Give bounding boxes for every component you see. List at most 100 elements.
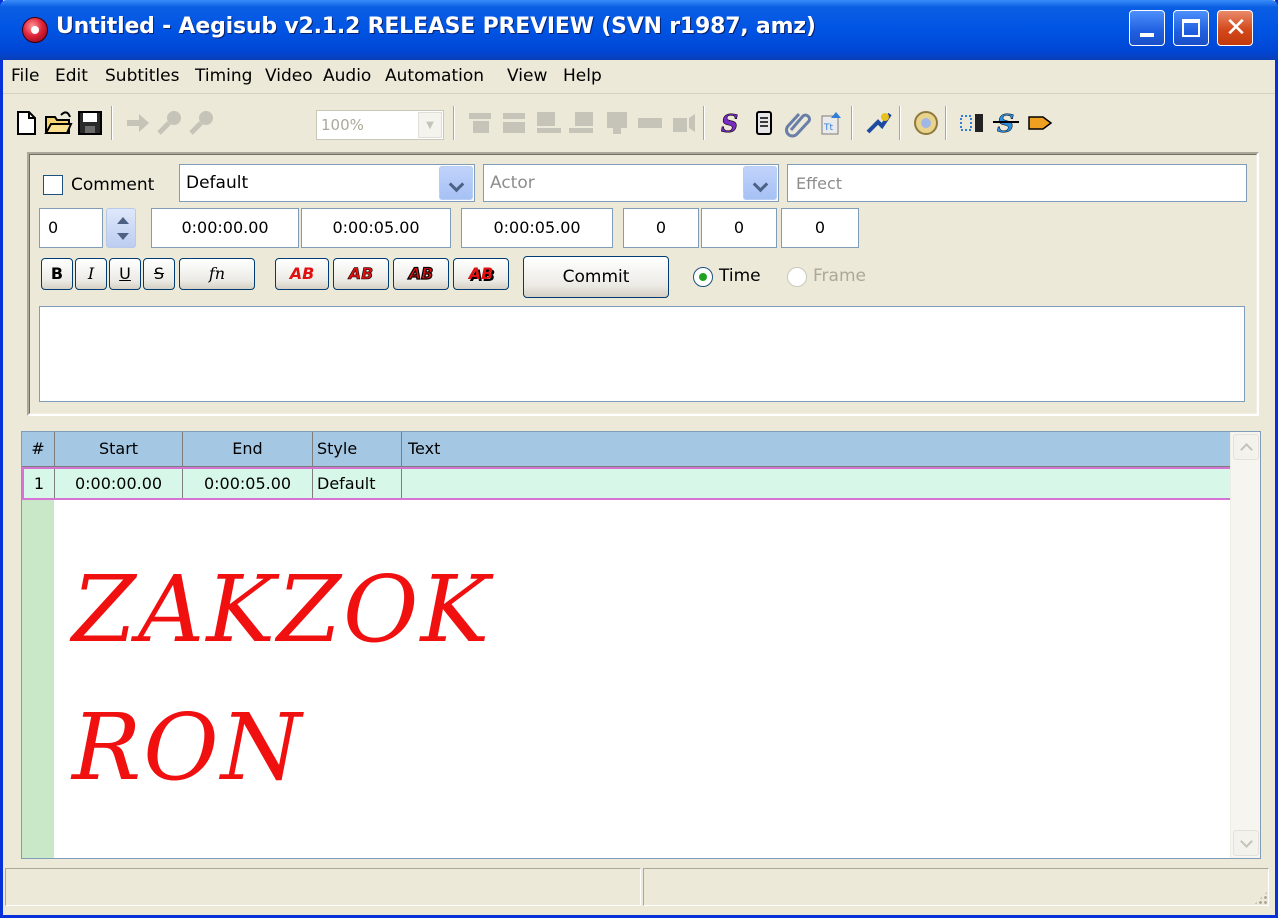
outline-color-button[interactable]: AB xyxy=(393,258,449,290)
start-time-field[interactable]: 0:00:00.00 xyxy=(151,208,299,248)
bold-button[interactable]: B xyxy=(41,258,73,290)
toolbar-separator xyxy=(453,106,455,140)
primary-color-button[interactable]: AB xyxy=(275,258,329,290)
kanji-timer-icon[interactable] xyxy=(1025,108,1055,138)
attachments-icon[interactable] xyxy=(783,108,813,138)
snap-start-icon[interactable] xyxy=(533,108,563,138)
actor-select[interactable]: Actor xyxy=(483,164,779,202)
chevron-down-icon[interactable] xyxy=(743,166,777,200)
chevron-down-icon[interactable]: ▼ xyxy=(418,112,442,138)
save-icon[interactable] xyxy=(75,108,105,138)
menu-edit[interactable]: Edit xyxy=(55,66,88,86)
margin-right-field[interactable]: 0 xyxy=(701,208,777,248)
minimize-icon xyxy=(1140,33,1154,37)
duration-field[interactable]: 0:00:05.00 xyxy=(461,208,613,248)
status-pane-secondary xyxy=(643,868,1269,906)
comment-checkbox[interactable] xyxy=(43,175,63,195)
font-button[interactable]: fn xyxy=(179,258,255,290)
style-select[interactable]: Default xyxy=(179,164,475,202)
subtitles-grid[interactable]: # Start End Style Text 1 0:00:00.00 0:00… xyxy=(21,431,1261,859)
grid-scrollbar[interactable] xyxy=(1230,432,1260,858)
margin-left-value: 0 xyxy=(655,218,667,237)
layer-spinner[interactable] xyxy=(106,208,136,248)
timing-processor-icon[interactable] xyxy=(957,108,987,138)
column-header-start[interactable]: Start xyxy=(55,432,183,467)
close-icon: ✕ xyxy=(1225,13,1247,43)
maximize-button[interactable] xyxy=(1173,10,1209,46)
shift-icon[interactable] xyxy=(635,108,665,138)
subtitle-text-box[interactable] xyxy=(39,306,1245,402)
snap-scene-icon[interactable] xyxy=(601,108,631,138)
menu-timing[interactable]: Timing xyxy=(195,66,252,86)
overlay-text-line1: ZAKZOK xyxy=(72,556,492,663)
svg-text:S: S xyxy=(721,109,738,138)
menu-file[interactable]: File xyxy=(11,66,39,86)
scroll-up-icon[interactable] xyxy=(1233,434,1259,460)
menu-video[interactable]: Video xyxy=(265,66,313,86)
spin-up-icon[interactable] xyxy=(117,217,129,224)
fonts-collector-icon[interactable]: Tt xyxy=(817,108,847,138)
margin-vertical-field[interactable]: 0 xyxy=(781,208,859,248)
end-time-field[interactable]: 0:00:05.00 xyxy=(301,208,451,248)
layer-value: 0 xyxy=(48,218,59,237)
status-pane-main xyxy=(5,868,641,906)
margin-left-field[interactable]: 0 xyxy=(623,208,699,248)
underline-button[interactable]: U xyxy=(109,258,141,290)
zoom-select[interactable]: 100% ▼ xyxy=(316,110,444,140)
commit-button[interactable]: Commit xyxy=(523,256,669,298)
effect-field[interactable]: Effect xyxy=(787,164,1247,202)
snap-end-icon[interactable] xyxy=(567,108,597,138)
toolbar-separator xyxy=(945,106,947,140)
grid-header: # Start End Style Text xyxy=(22,432,1232,467)
keyframe-icon[interactable] xyxy=(669,108,699,138)
chevron-down-icon[interactable] xyxy=(439,166,473,200)
zoom-in-icon[interactable] xyxy=(155,108,185,138)
properties-icon[interactable] xyxy=(749,108,779,138)
actor-placeholder: Actor xyxy=(490,173,535,193)
window-title: Untitled - Aegisub v2.1.2 RELEASE PREVIE… xyxy=(56,14,816,39)
close-button[interactable]: ✕ xyxy=(1217,10,1253,46)
title-bar[interactable]: Untitled - Aegisub v2.1.2 RELEASE PREVIE… xyxy=(0,0,1278,60)
menu-view[interactable]: View xyxy=(507,66,547,86)
row-end: 0:00:05.00 xyxy=(183,469,313,498)
strikeout-button[interactable]: S xyxy=(143,258,175,290)
styles-manager-icon[interactable]: S xyxy=(715,108,745,139)
menu-subtitles[interactable]: Subtitles xyxy=(105,66,179,86)
menu-help[interactable]: Help xyxy=(563,66,602,86)
app-window: Untitled - Aegisub v2.1.2 RELEASE PREVIE… xyxy=(0,0,1278,918)
aegisub-app-icon[interactable] xyxy=(22,17,48,43)
scroll-down-icon[interactable] xyxy=(1233,830,1259,856)
options-icon[interactable] xyxy=(911,108,941,138)
time-radio-label: Time xyxy=(719,266,761,286)
column-header-end[interactable]: End xyxy=(183,432,313,467)
zoom-value: 100% xyxy=(321,116,364,134)
time-radio[interactable] xyxy=(693,267,713,287)
automation-icon[interactable] xyxy=(863,108,893,138)
layer-field[interactable]: 0 xyxy=(39,208,103,248)
table-row[interactable]: 1 0:00:00.00 0:00:05.00 Default xyxy=(22,467,1232,500)
frame-radio[interactable] xyxy=(787,267,807,287)
shadow-color-button[interactable]: AB xyxy=(453,258,509,290)
jump-to-icon[interactable] xyxy=(123,108,153,138)
secondary-color-button[interactable]: AB xyxy=(333,258,389,290)
zoom-out-icon[interactable] xyxy=(187,108,217,138)
set-end-icon[interactable] xyxy=(499,108,529,138)
main-toolbar: 100% ▼ S Tt S xyxy=(3,96,1275,152)
translation-icon[interactable]: S xyxy=(991,108,1021,138)
spin-down-icon[interactable] xyxy=(117,233,129,240)
set-start-icon[interactable] xyxy=(465,108,495,138)
end-time-value: 0:00:05.00 xyxy=(332,218,420,237)
margin-vertical-value: 0 xyxy=(814,218,826,237)
column-header-number[interactable]: # xyxy=(22,432,55,467)
column-header-style[interactable]: Style xyxy=(313,432,402,467)
menu-automation[interactable]: Automation xyxy=(385,66,484,86)
new-file-icon[interactable] xyxy=(11,108,41,138)
open-folder-icon[interactable] xyxy=(43,108,73,138)
italic-button[interactable]: I xyxy=(75,258,107,290)
effect-placeholder: Effect xyxy=(796,174,843,193)
toolbar-separator xyxy=(851,106,853,140)
comment-label: Comment xyxy=(71,175,155,195)
minimize-button[interactable] xyxy=(1129,10,1165,46)
menu-audio[interactable]: Audio xyxy=(323,66,371,86)
column-header-text[interactable]: Text xyxy=(402,432,1232,467)
